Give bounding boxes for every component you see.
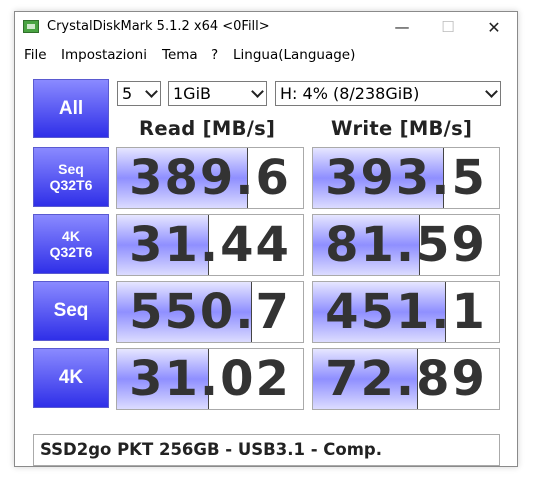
row-label-line1: Seq (58, 161, 84, 177)
size-value: 1GiB (173, 84, 211, 103)
menu-settings[interactable]: Impostazioni (61, 47, 147, 63)
4k-button[interactable]: 4K (33, 348, 109, 408)
chevron-down-icon (145, 85, 158, 98)
write-value: 451.1 (325, 284, 487, 340)
close-button[interactable]: ✕ (471, 12, 517, 42)
row-label-line1: 4K (58, 367, 84, 388)
title-bar[interactable]: CrystalDiskMark 5.1.2 x64 <0Fill> — ☐ ✕ (15, 12, 517, 42)
write-cell-seq: 451.1 (312, 281, 500, 343)
read-header: Read [MB/s] (139, 117, 276, 140)
main-panel: All 5 1GiB H: 4% (8/238GiB) Read [MB/s] … (15, 68, 517, 466)
maximize-button[interactable]: ☐ (425, 12, 471, 42)
drive-value: H: 4% (8/238GiB) (280, 84, 420, 103)
app-icon (23, 20, 39, 33)
read-value: 550.7 (129, 284, 291, 340)
read-value: 31.44 (129, 217, 291, 273)
write-value: 393.5 (325, 150, 487, 206)
read-value: 389.6 (129, 150, 291, 206)
runs-value: 5 (122, 84, 133, 103)
all-button[interactable]: All (33, 79, 109, 138)
write-cell-seq-q32t6: 393.5 (312, 147, 500, 209)
row-label-line1: Seq (53, 300, 89, 321)
runs-select[interactable]: 5 (117, 81, 161, 106)
window-title: CrystalDiskMark 5.1.2 x64 <0Fill> (47, 19, 270, 34)
read-cell-4k-q32t6: 31.44 (116, 214, 304, 276)
read-cell-seq: 550.7 (116, 281, 304, 343)
menu-bar: File Impostazioni Tema ? Lingua(Language… (15, 42, 517, 68)
menu-language[interactable]: Lingua(Language) (233, 47, 355, 63)
comment-field[interactable]: SSD2go PKT 256GB - USB3.1 - Comp. (33, 434, 500, 466)
app-window: CrystalDiskMark 5.1.2 x64 <0Fill> — ☐ ✕ … (14, 11, 518, 467)
write-value: 81.59 (325, 217, 487, 273)
drive-select[interactable]: H: 4% (8/238GiB) (275, 81, 501, 106)
menu-help[interactable]: ? (211, 47, 218, 63)
size-select[interactable]: 1GiB (168, 81, 267, 106)
write-value: 72.89 (325, 351, 487, 407)
row-label-line2: Q32T6 (49, 244, 93, 260)
chevron-down-icon (251, 85, 264, 98)
menu-theme[interactable]: Tema (162, 47, 198, 63)
seq-button[interactable]: Seq (33, 281, 109, 341)
menu-file[interactable]: File (24, 47, 47, 63)
write-cell-4k: 72.89 (312, 348, 500, 410)
read-cell-4k: 31.02 (116, 348, 304, 410)
write-header: Write [MB/s] (331, 117, 473, 140)
row-label-line2: Q32T6 (49, 177, 93, 193)
4k-q32t6-button[interactable]: 4K Q32T6 (33, 214, 109, 274)
read-value: 31.02 (129, 351, 291, 407)
seq-q32t6-button[interactable]: Seq Q32T6 (33, 147, 109, 207)
write-cell-4k-q32t6: 81.59 (312, 214, 500, 276)
chevron-down-icon (485, 85, 498, 98)
read-cell-seq-q32t6: 389.6 (116, 147, 304, 209)
minimize-button[interactable]: — (379, 12, 425, 42)
row-label-line1: 4K (62, 228, 80, 244)
